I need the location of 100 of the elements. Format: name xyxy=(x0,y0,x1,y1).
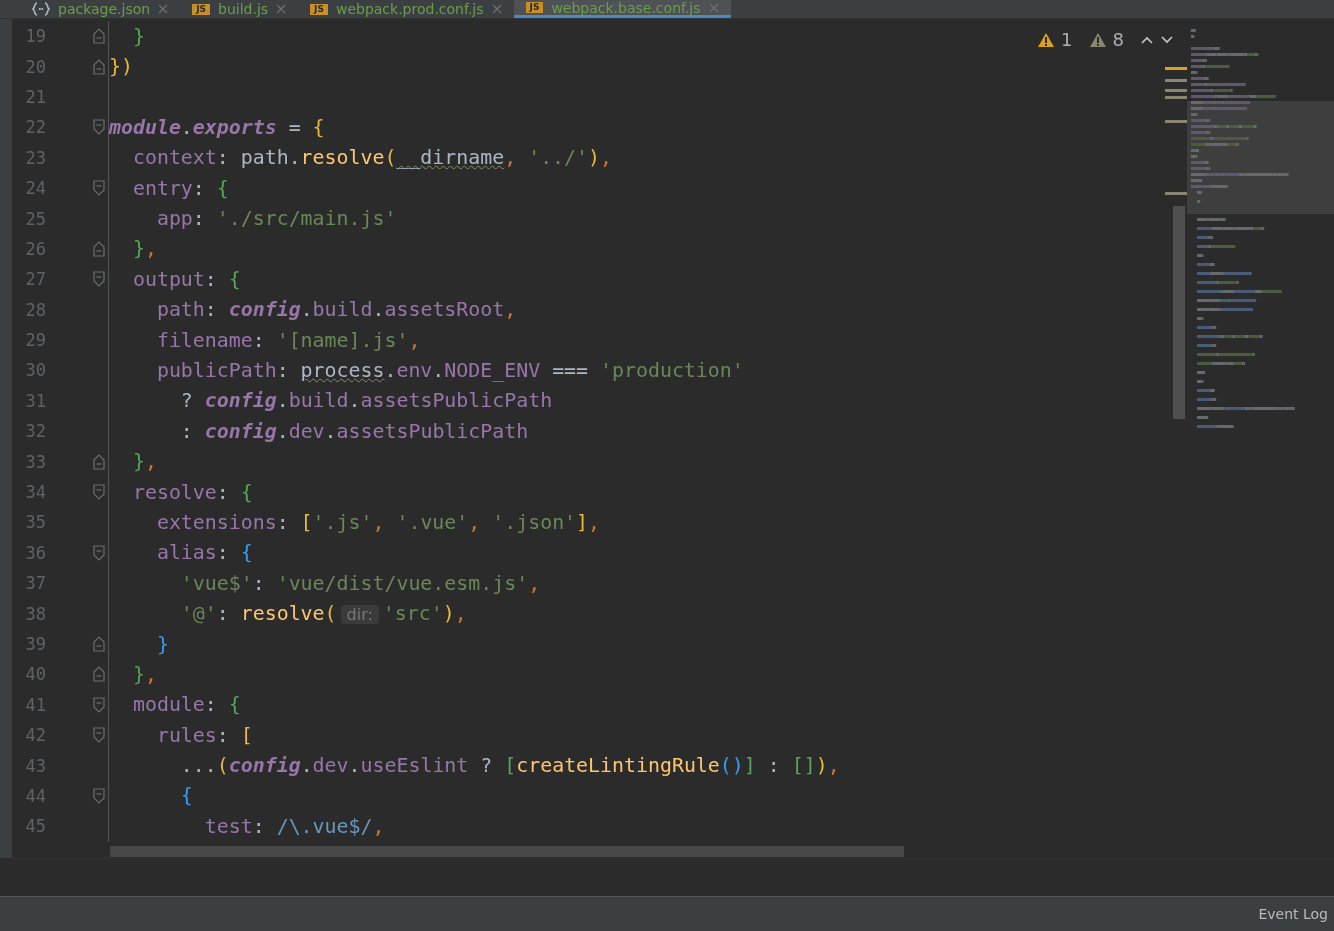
fold-icon[interactable] xyxy=(93,271,105,288)
code-text: ... xyxy=(179,754,217,778)
code-text: === xyxy=(551,359,590,382)
bracket: { xyxy=(179,784,193,808)
property-name: path xyxy=(155,298,205,322)
property-name: assetsPublicPath xyxy=(336,419,529,443)
fold-icon[interactable] xyxy=(93,666,105,683)
bracket: [ xyxy=(240,723,253,747)
parameter-hint: dir: xyxy=(340,605,379,625)
chevron-up-icon[interactable] xyxy=(1140,34,1154,45)
string-literal: 'production' xyxy=(600,359,744,382)
fold-icon[interactable] xyxy=(93,696,105,713)
event-log-button[interactable]: Event Log xyxy=(1258,906,1334,922)
string-literal: '../' xyxy=(528,146,589,170)
string-literal: '.js' xyxy=(312,510,373,534)
line-number: 34 xyxy=(24,482,46,503)
fold-icon[interactable] xyxy=(93,484,105,501)
horizontal-scrollbar[interactable] xyxy=(110,846,904,857)
editor-tab[interactable]: JS webpack.prod.conf.js xyxy=(298,0,514,18)
string-literal: '.json' xyxy=(492,510,577,534)
code-text: . xyxy=(348,389,361,413)
bracket: { xyxy=(240,541,253,565)
bracket: ( xyxy=(384,146,397,170)
comma: , xyxy=(144,237,157,261)
property-name: publicPath xyxy=(155,359,277,382)
warning-icon[interactable] xyxy=(1037,31,1056,48)
identifier: module xyxy=(109,115,181,139)
close-icon[interactable] xyxy=(276,4,287,14)
line-number: 41 xyxy=(24,694,46,715)
chevron-down-icon[interactable] xyxy=(1160,34,1174,45)
line-number: 20 xyxy=(24,56,46,77)
code-text: . xyxy=(432,359,445,382)
property-name: assetsRoot xyxy=(384,298,505,322)
property-name: test xyxy=(203,814,253,838)
code-text: : xyxy=(192,207,206,231)
bracket: { xyxy=(312,115,325,139)
function-name: resolve xyxy=(240,602,325,626)
bracket: ] xyxy=(743,754,756,778)
code-text: . xyxy=(300,754,313,778)
weak-warning-icon[interactable] xyxy=(1088,31,1107,48)
fold-icon[interactable] xyxy=(93,58,105,75)
line-number: 23 xyxy=(24,147,46,168)
bracket: } xyxy=(131,662,145,686)
property-name: context xyxy=(131,146,217,170)
line-number: 33 xyxy=(24,451,46,472)
property-name: useEslint xyxy=(360,754,469,778)
bracket: } xyxy=(131,450,145,474)
line-number: 44 xyxy=(24,785,46,806)
line-number: 40 xyxy=(24,664,46,685)
comma: , xyxy=(454,602,467,626)
line-number: 38 xyxy=(24,603,46,624)
fold-icon[interactable] xyxy=(93,180,105,197)
code-text: : xyxy=(216,541,230,565)
editor-tab[interactable]: package.json xyxy=(20,0,181,18)
editor-tab[interactable]: JS webpack.base.conf.js xyxy=(513,0,731,18)
close-icon[interactable] xyxy=(491,4,502,14)
fold-icon[interactable] xyxy=(93,453,105,470)
fold-icon[interactable] xyxy=(93,727,105,744)
fold-icon[interactable] xyxy=(93,28,105,45)
editor-tab[interactable]: JS build.js xyxy=(180,0,299,18)
code-text: . xyxy=(384,359,397,382)
line-number: 27 xyxy=(24,269,46,290)
comma: , xyxy=(827,754,840,778)
identifier: config xyxy=(228,298,301,322)
code-text: : xyxy=(216,480,230,504)
property-name: module xyxy=(131,693,205,717)
code-text: : xyxy=(252,571,266,595)
fold-icon[interactable] xyxy=(93,636,105,652)
fold-icon[interactable] xyxy=(93,544,105,561)
js-file-icon: JS xyxy=(192,3,211,15)
line-number: 26 xyxy=(24,238,46,259)
comma: , xyxy=(468,510,482,534)
code-text: . xyxy=(372,298,385,322)
code-text: : xyxy=(216,723,230,747)
fold-icon[interactable] xyxy=(93,240,105,257)
code-text: . xyxy=(180,115,193,139)
comma: , xyxy=(588,510,601,534)
identifier: config xyxy=(204,419,277,443)
comma: , xyxy=(144,450,157,474)
comma: , xyxy=(504,298,517,322)
line-number: 19 xyxy=(24,26,46,47)
property-name: output xyxy=(131,267,205,291)
string-literal: './src/main.js' xyxy=(216,207,397,231)
bracket: ) xyxy=(588,146,601,170)
bracket: [ xyxy=(300,510,313,534)
fold-icon[interactable] xyxy=(93,119,105,136)
bracket: } xyxy=(131,24,145,48)
close-icon[interactable] xyxy=(708,2,719,13)
property-name: alias xyxy=(155,541,217,565)
property-name: build xyxy=(312,298,373,322)
code-text: : xyxy=(276,510,290,534)
property-name: dev xyxy=(288,419,325,443)
close-icon[interactable] xyxy=(158,4,169,14)
identifier: exports xyxy=(192,115,277,139)
string-literal: '.vue' xyxy=(396,510,469,534)
fold-icon[interactable] xyxy=(93,787,105,804)
string-literal: '@' xyxy=(179,602,217,626)
vertical-scrollbar[interactable] xyxy=(1173,206,1185,419)
comma: , xyxy=(372,510,386,534)
code-text: . xyxy=(348,754,361,778)
